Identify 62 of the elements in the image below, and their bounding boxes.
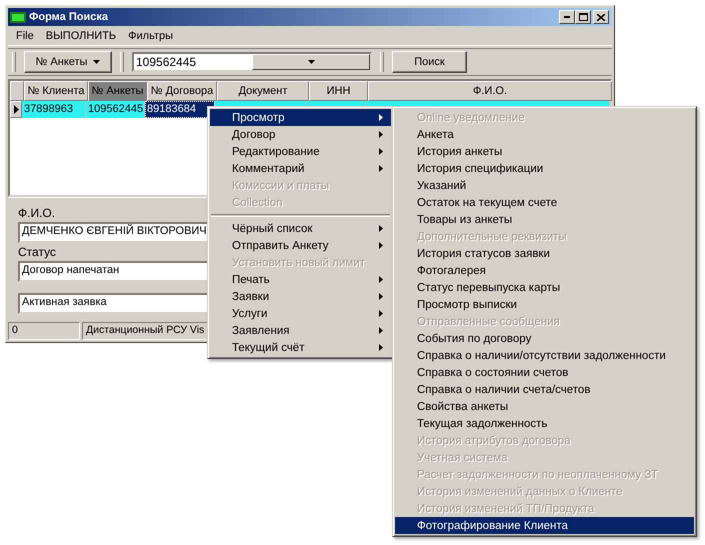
menu-item[interactable]: Договор <box>210 126 391 143</box>
maximize-icon <box>578 13 588 21</box>
column-header[interactable]: № Анкеты <box>88 81 147 101</box>
submenu-arrow-icon <box>379 114 383 121</box>
close-button[interactable] <box>593 10 609 24</box>
menu-item[interactable]: Свойства анкеты <box>395 398 694 415</box>
menu-item[interactable]: Статус перевыпуска карты <box>395 279 694 296</box>
submenu-arrow-icon <box>379 293 383 300</box>
column-header[interactable]: № Клиента <box>24 81 88 101</box>
submenu-arrow-icon <box>379 327 383 334</box>
submenu-arrow-icon <box>379 165 383 172</box>
menu-bar-item[interactable]: File <box>10 30 40 42</box>
close-icon <box>597 14 605 20</box>
menu-item[interactable]: Текущий счёт <box>210 339 391 356</box>
menu-bar-item[interactable]: Фильтры <box>122 30 180 42</box>
column-header[interactable]: Документ <box>217 81 309 101</box>
field-label: Статус <box>18 245 56 259</box>
menu-item[interactable]: Фотогалерея <box>395 262 694 279</box>
column-header[interactable]: ИНН <box>309 81 368 101</box>
search-field[interactable]: 109562445 <box>132 52 372 72</box>
menu-item[interactable]: Указаний <box>395 177 694 194</box>
field-label: Ф.И.О. <box>18 206 56 220</box>
maximize-button[interactable] <box>575 10 591 24</box>
submenu-arrow-icon <box>379 276 383 283</box>
table-cell: 89183684 <box>145 101 215 118</box>
menu-item[interactable]: Фотографирование Клиента <box>395 517 694 534</box>
submenu-arrow-icon <box>379 131 383 138</box>
menu-item[interactable]: События по договору <box>395 330 694 347</box>
submenu-arrow-icon <box>379 310 383 317</box>
menu-item[interactable]: Остаток на текущем счете <box>395 194 694 211</box>
menu-item[interactable]: Просмотр <box>210 109 391 126</box>
submenu-arrow-icon <box>379 148 383 155</box>
column-header[interactable]: Ф.И.О. <box>368 81 612 101</box>
submenu-arrow-icon <box>379 242 383 249</box>
submenu-arrow-icon <box>379 344 383 351</box>
status-panel: 0 <box>8 322 80 340</box>
caret-icon <box>93 60 100 64</box>
app-icon <box>10 12 26 22</box>
menu-item[interactable]: Справка о состоянии счетов <box>395 364 694 381</box>
menu-item[interactable]: История спецификации <box>395 160 694 177</box>
menu-item[interactable]: Справка о наличии счета/счетов <box>395 381 694 398</box>
menu-item[interactable]: Комментарий <box>210 160 391 177</box>
menu-item[interactable]: Справка о наличии/отсутствии задолженности <box>395 347 694 364</box>
current-row-icon <box>14 105 18 114</box>
minimize-button[interactable] <box>559 10 575 24</box>
column-header[interactable]: № Договора <box>147 81 217 101</box>
menu-item[interactable]: Товары из анкеты <box>395 211 694 228</box>
menu-item[interactable]: Текущая задолженность <box>395 415 694 432</box>
caret-icon <box>308 60 314 64</box>
minimize-icon <box>564 16 570 18</box>
table-cell: 37898963 <box>22 101 86 118</box>
menu-item[interactable]: История статусов заявки <box>395 245 694 262</box>
menu-item[interactable]: Анкета <box>395 126 694 143</box>
menu-bar-item[interactable]: ВЫПОЛНИТЬ <box>40 30 122 42</box>
submenu-arrow-icon <box>379 225 383 232</box>
menu-item[interactable]: История анкеты <box>395 143 694 160</box>
search-button[interactable]: Поиск <box>392 51 467 73</box>
window-title: Форма Поиска <box>29 11 109 23</box>
field-dropdown-button[interactable]: № Анкеты <box>24 51 112 73</box>
table-cell: 109562445 <box>86 101 145 118</box>
menu-item[interactable]: Редактирование <box>210 143 391 160</box>
menu-item[interactable]: Просмотр выписки <box>395 296 694 313</box>
